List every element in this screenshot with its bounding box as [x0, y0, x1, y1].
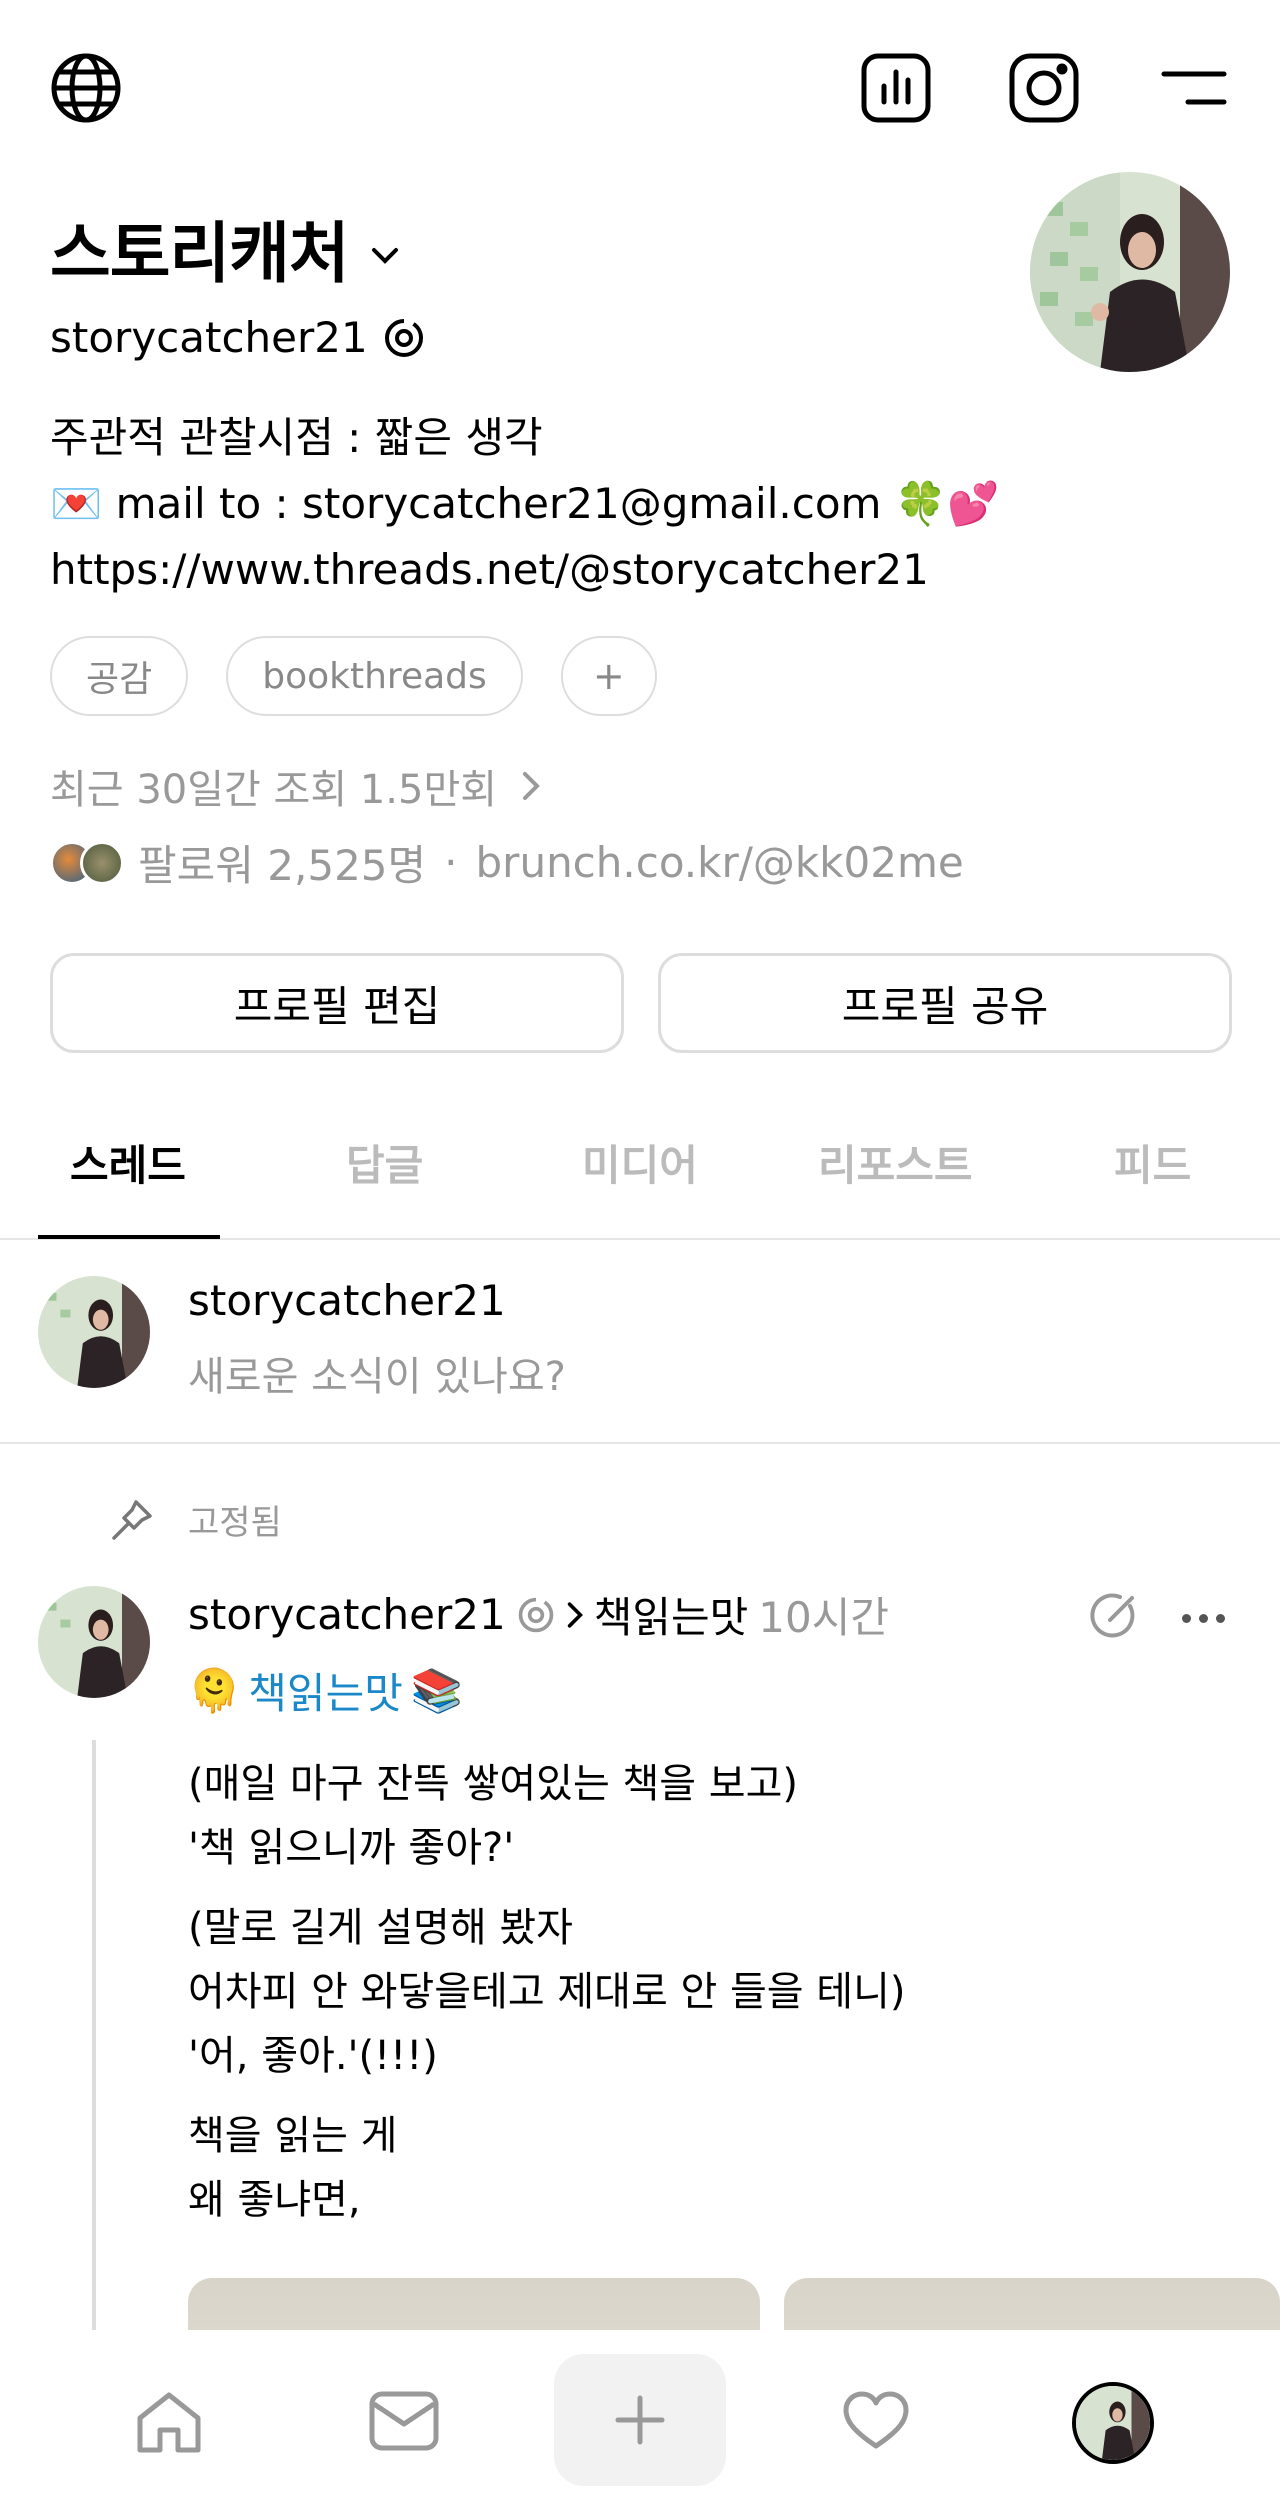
post-line: 책을 읽는 게: [188, 2113, 398, 2159]
post-time: 10시간: [758, 1593, 890, 1642]
topic-emoji: 🫠: [188, 1665, 241, 1715]
instagram-icon[interactable]: [1008, 52, 1080, 124]
avatar: [38, 1276, 150, 1388]
avatar[interactable]: [38, 1586, 150, 1698]
chevron-right-icon: [521, 770, 541, 802]
home-icon[interactable]: [134, 2390, 204, 2456]
composer-placeholder[interactable]: 새로운 소식이 있나요?: [188, 1344, 566, 1402]
post-line: '어, 좋아.'(!!!): [188, 2033, 438, 2079]
profile-name[interactable]: 스토리캐처: [50, 200, 399, 296]
thread-connector-line: [92, 1740, 96, 2340]
post-paragraph: (말로 길게 설명해 봤자 어차피 안 와닿을테고 제대로 안 들을 테니) '…: [188, 1896, 906, 2088]
share-profile-button[interactable]: 프로필 공유: [658, 953, 1232, 1053]
threads-badge-icon[interactable]: [382, 316, 426, 360]
profile-bio: 주관적 관찰시점 : 짧은 생각 💌 mail to : storycatche…: [50, 405, 999, 603]
bar-chart-icon[interactable]: [860, 52, 932, 124]
profile-handle-row: storycatcher21: [50, 313, 426, 362]
topic-emoji: 📚: [410, 1665, 464, 1715]
profile-display-name: 스토리캐처: [50, 215, 350, 292]
views-row[interactable]: 최근 30일간 조회 1.5만회: [50, 757, 541, 815]
heart-icon[interactable]: [842, 2390, 910, 2452]
bio-line: 주관적 관찰시점 : 짧은 생각: [50, 413, 543, 462]
mail-icon[interactable]: [368, 2390, 440, 2452]
tag-chip[interactable]: bookthreads: [226, 636, 523, 716]
post-header: storycatcher21 책읽는맛 10시간: [188, 1584, 889, 1645]
post-paragraph: (매일 마구 잔뜩 쌓여있는 책을 보고) '책 읽으니까 좋아?': [188, 1752, 906, 1880]
post-line: 왜 좋냐면,: [188, 2177, 361, 2223]
edit-profile-button[interactable]: 프로필 편집: [50, 953, 624, 1053]
threads-badge-icon: [516, 1595, 556, 1635]
post-community[interactable]: 책읽는맛: [594, 1584, 749, 1645]
post-username[interactable]: storycatcher21: [188, 1590, 506, 1639]
bio-link[interactable]: https://www.threads.net/@storycatcher21: [50, 537, 999, 603]
bio-line: 💌 mail to : storycatcher21@gmail.com 🍀💕: [50, 479, 1000, 528]
follower-avatar: [80, 840, 124, 885]
globe-icon[interactable]: [50, 52, 122, 124]
post-body[interactable]: (매일 마구 잔뜩 쌓여있는 책을 보고) '책 읽으니까 좋아?' (말로 길…: [188, 1752, 906, 2248]
profile-buttons: 프로필 편집 프로필 공유: [50, 953, 1232, 1053]
bottom-navigation: [0, 2330, 1280, 2509]
plus-icon: [614, 2394, 666, 2446]
tab-threads[interactable]: 스레드: [70, 1132, 186, 1193]
pinned-label: 고정됨: [108, 1495, 282, 1544]
followers-count[interactable]: 팔로워 2,525명: [138, 832, 426, 893]
chevron-right-icon: [566, 1600, 584, 1630]
profile-tags: 공감 bookthreads +: [50, 636, 657, 716]
post-line: '책 읽으니까 좋아?': [188, 1825, 515, 1871]
composer-username: storycatcher21: [188, 1276, 506, 1325]
profile-tabs: 스레드 답글 미디어 리포스트 피드: [0, 1118, 1280, 1240]
topic-label: 책읽는맛: [248, 1669, 403, 1718]
add-tag-button[interactable]: +: [560, 636, 657, 716]
chevron-down-icon: [371, 247, 399, 265]
post-paragraph: 책을 읽는 게 왜 좋냐면,: [188, 2104, 906, 2232]
new-thread-button[interactable]: [554, 2354, 726, 2486]
followers-row: 팔로워 2,525명 · brunch.co.kr/@kk02me: [50, 832, 964, 893]
more-options-icon[interactable]: [1178, 1608, 1229, 1627]
edit-icon[interactable]: [1086, 1588, 1140, 1642]
tag-chip[interactable]: 공감: [50, 636, 189, 716]
views-text: 최근 30일간 조회 1.5만회: [50, 767, 498, 813]
pinned-text: 고정됨: [188, 1503, 282, 1543]
profile-avatar[interactable]: [1030, 172, 1230, 372]
separator-dot: ·: [444, 838, 458, 887]
post-topic[interactable]: 🫠 책읽는맛 📚: [188, 1660, 463, 1721]
tab-reposts[interactable]: 리포스트: [818, 1132, 973, 1193]
tab-media[interactable]: 미디어: [582, 1132, 698, 1193]
post-line: 어차피 안 와닿을테고 제대로 안 들을 테니): [188, 1969, 906, 2015]
active-tab-indicator: [38, 1235, 220, 1239]
post-line: (말로 길게 설명해 봤자: [188, 1905, 573, 1951]
tab-feeds[interactable]: 피드: [1114, 1132, 1191, 1193]
new-thread-composer[interactable]: storycatcher21 새로운 소식이 있나요?: [0, 1240, 1280, 1444]
profile-link[interactable]: brunch.co.kr/@kk02me: [476, 838, 964, 887]
profile-tab-avatar[interactable]: [1072, 2382, 1154, 2464]
post-line: (매일 마구 잔뜩 쌓여있는 책을 보고): [188, 1761, 798, 1807]
pin-icon: [108, 1496, 156, 1544]
profile-handle: storycatcher21: [50, 313, 368, 362]
tab-replies[interactable]: 답글: [346, 1132, 423, 1193]
menu-icon[interactable]: [1160, 68, 1228, 108]
